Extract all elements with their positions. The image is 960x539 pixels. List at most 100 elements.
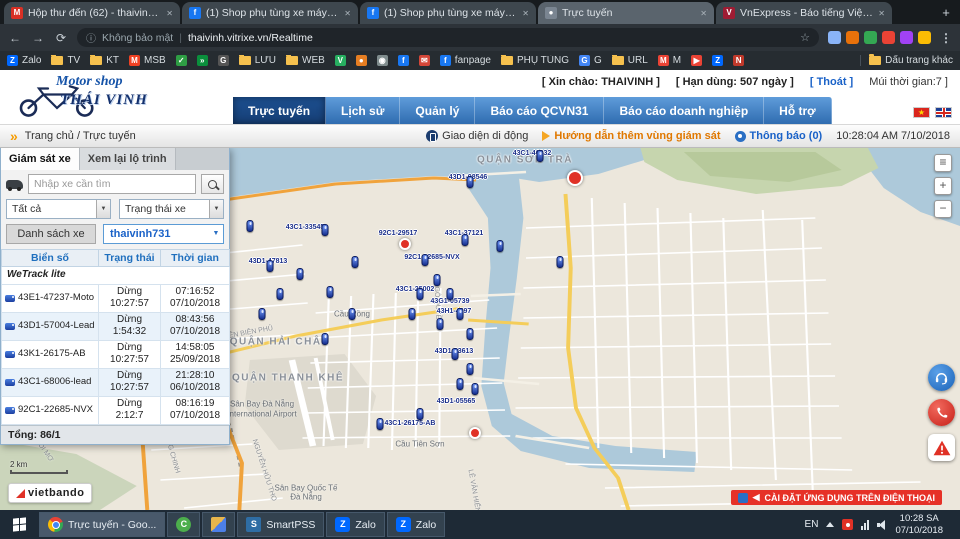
tab-close-icon[interactable]: ✕ [166,9,173,18]
bookmark-item[interactable]: WEB [286,55,325,66]
address-bar[interactable]: ⓘ Không bảo mật | thaivinh.vitrixe.vn/Re… [77,28,819,47]
bookmark-item[interactable]: G [218,55,229,66]
vehicle-marker[interactable] [462,234,469,246]
bookmark-item[interactable]: ✉ [419,55,430,66]
table-row[interactable]: 43C1-68006-leadDừng10:27:5721:28:1006/10… [2,368,230,396]
network-icon[interactable] [861,520,869,530]
bookmark-item[interactable]: LƯU [239,55,276,66]
table-row[interactable]: 43K1-26175-ABDừng10:27:5714:58:0525/09/2… [2,340,230,368]
vehicle-marker[interactable] [322,333,329,345]
app-install-marquee[interactable]: ◀ CÀI ĐẶT ỨNG DỤNG TRÊN ĐIỆN THOẠI [731,490,942,505]
nav-item-trực-tuyến[interactable]: Trực tuyến [233,97,326,124]
browser-tab[interactable]: f(1) Shop phụ tùng xe máy chính✕ [182,2,358,24]
vehicle-marker[interactable] [377,418,384,430]
vehicle-marker[interactable] [349,308,356,320]
bookmark-item[interactable]: TV [51,55,80,66]
vehicle-marker[interactable] [434,274,441,286]
browser-tab[interactable]: VVnExpress - Báo tiếng Việt nhiề✕ [716,2,892,24]
bookmark-item[interactable]: ✓ [176,55,187,66]
vehicle-marker[interactable] [497,240,504,252]
zoom-in-button[interactable]: + [934,177,952,195]
taskbar-app[interactable]: SSmartPSS [237,512,324,537]
vehicle-marker[interactable] [247,220,254,232]
bookmark-item[interactable]: PHỤ TÙNG [501,55,569,66]
vehicle-marker[interactable] [277,288,284,300]
status-filter-select[interactable]: Trạng thái xe ▼ [119,199,224,219]
vehicle-marker[interactable] [467,363,474,375]
taskbar-app[interactable]: C [167,512,200,537]
search-button[interactable] [201,174,224,194]
bookmark-item[interactable]: » [197,55,208,66]
guide-link[interactable]: Hướng dẫn thêm vùng giám sát [542,130,720,142]
alert-marker[interactable] [567,170,583,186]
vehicle-marker[interactable] [447,288,454,300]
browser-tab[interactable]: MHộp thư đến (62) - thaivinhmot✕ [4,2,180,24]
bookmark-item[interactable]: V [335,55,346,66]
taskbar-app[interactable]: ZZalo [326,512,384,537]
table-row[interactable]: 43D1-57004-LeadDừng1:54:3208:43:5607/10/… [2,312,230,340]
notifications-link[interactable]: Thông báo (0) [735,130,823,142]
group-filter-select[interactable]: Tất cả ▼ [6,199,111,219]
vehicle-marker[interactable] [352,256,359,268]
extension-icon[interactable] [846,31,859,44]
extension-icon[interactable] [864,31,877,44]
browser-tab[interactable]: ●Trực tuyến✕ [538,2,714,24]
nav-item-lịch-sử[interactable]: Lịch sử [326,97,400,124]
bookmark-item[interactable]: ZZalo [7,55,41,66]
vehicle-marker[interactable] [467,328,474,340]
bookmark-item[interactable]: N [733,55,744,66]
panel-tab[interactable]: Giám sát xe [1,148,80,170]
vehicle-marker[interactable] [437,318,444,330]
vehicle-marker[interactable] [409,308,416,320]
vehicle-marker[interactable] [267,260,274,272]
nav-item-hỗ-trợ[interactable]: Hỗ trợ [764,97,832,124]
tab-close-icon[interactable]: ✕ [522,9,529,18]
group-row[interactable]: WeTrack lite [2,267,230,285]
vehicle-marker[interactable] [259,308,266,320]
english-flag-icon[interactable] [935,107,952,118]
column-header[interactable]: Thời gian [161,250,230,267]
volume-icon[interactable] [877,520,887,530]
bookmark-item[interactable]: ffanpage [440,55,491,66]
vehicle-marker[interactable] [297,268,304,280]
vehicle-marker[interactable] [467,176,474,188]
extension-icon[interactable] [828,31,841,44]
alert-marker[interactable] [399,238,411,250]
vehicle-list-tab[interactable]: Danh sách xe [6,224,96,244]
tray-expand-icon[interactable] [826,522,834,527]
vehicle-marker[interactable] [557,256,564,268]
bookmark-item[interactable]: MMSB [129,55,166,66]
alert-marker[interactable] [469,427,481,439]
back-button[interactable]: ← [8,31,22,45]
bookmark-item[interactable]: ▶ [691,55,702,66]
logout-link[interactable]: [ Thoát ] [810,76,853,88]
taskbar-app[interactable]: ZZalo [387,512,445,537]
site-info-icon[interactable]: ⓘ [86,30,96,45]
vehicle-marker[interactable] [327,286,334,298]
bookmark-item[interactable]: KT [90,55,119,66]
bookmark-item[interactable]: ● [356,55,367,66]
nav-item-báo-cáo-doanh-nghiệp[interactable]: Báo cáo doanh nghiệp [604,97,764,124]
bookmark-item[interactable]: URL [612,55,648,66]
vietnam-flag-icon[interactable]: ★ [913,107,930,118]
taskbar-app[interactable] [202,512,235,537]
app-logo[interactable]: Motor shop THÁI VINH [0,70,233,124]
bookmark-item[interactable]: Z [712,55,723,66]
vehicle-marker[interactable] [472,383,479,395]
tab-close-icon[interactable]: ✕ [878,9,885,18]
vehicle-marker[interactable] [537,150,544,162]
extension-icon[interactable] [882,31,895,44]
taskbar-app[interactable]: Trực tuyến - Goo... [39,512,165,537]
new-tab-button[interactable]: + [936,4,956,22]
bookmark-item[interactable]: MM [658,55,681,66]
support-button[interactable] [928,364,955,391]
extension-icon[interactable] [918,31,931,44]
bookmark-item[interactable]: f [398,55,409,66]
vehicle-marker[interactable] [417,288,424,300]
language-indicator[interactable]: EN [805,519,819,530]
nav-item-quản-lý[interactable]: Quản lý [400,97,475,124]
map-layers-button[interactable]: ≡ [934,154,952,172]
vehicle-marker[interactable] [452,348,459,360]
zoom-out-button[interactable]: − [934,200,952,218]
forward-button[interactable]: → [31,31,45,45]
